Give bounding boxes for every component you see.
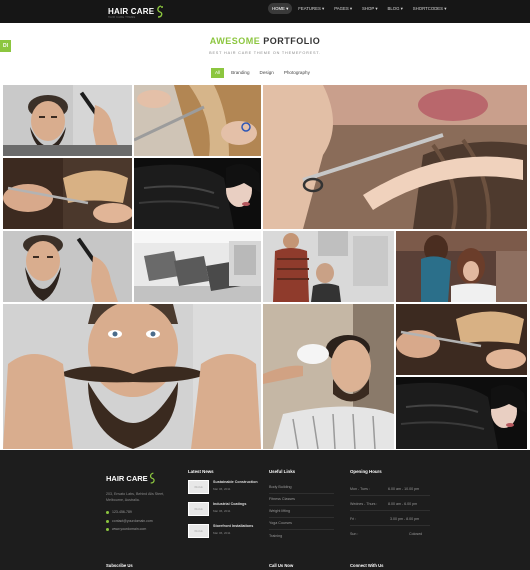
nav-features[interactable]: FEATURES ▾ — [294, 3, 328, 14]
footer-phone: 123-456-789 — [106, 510, 132, 514]
email-icon — [106, 519, 109, 523]
footer-swirl-logo-icon — [149, 472, 155, 484]
news-date: Mar 06, 2011 — [213, 487, 231, 491]
footer-link[interactable]: Training — [269, 534, 282, 538]
title-plain: PORTFOLIO — [263, 36, 321, 46]
footer-link[interactable]: Weight lifting — [269, 509, 290, 513]
website-text: www.yourdomain.com — [112, 527, 147, 531]
hours-day: Mon - Tues : — [350, 487, 370, 491]
hours-time: 6.00 am - 10.00 pm — [388, 487, 420, 491]
globe-icon — [106, 527, 109, 531]
footer-link[interactable]: Yoga Courses — [269, 521, 292, 525]
title-accent: AWESOME — [209, 36, 261, 46]
connect-title: Connect With Us — [350, 563, 384, 568]
bearded-man-comb-photo[interactable] — [3, 85, 132, 156]
phone-icon — [106, 510, 109, 514]
news-item[interactable]: IMAGE Storefront Installations Mar 06, 2… — [188, 524, 253, 538]
footer-logo-text: HAIR CARE — [106, 473, 148, 483]
footer-address-line-1: 203, Envato Labs, Behind Alis Steet, — [106, 492, 165, 496]
nav-blog[interactable]: BLOG ▾ — [384, 3, 407, 14]
barber-at-work-photo[interactable] — [263, 231, 394, 302]
divider — [269, 505, 334, 506]
divider — [269, 517, 334, 518]
nav-home[interactable]: HOME ▾ — [268, 3, 293, 14]
portfolio-subtitle: BEST HAIR CARE THEME ON THEMEFOREST. — [209, 51, 321, 55]
news-item[interactable]: IMAGE Sustainable Construction Mar 06, 2… — [188, 480, 258, 494]
news-thumbnail: IMAGE — [188, 524, 209, 538]
bearded-man-comb-photo-2[interactable] — [3, 231, 132, 302]
call-us-title: Call Us Now — [269, 563, 294, 568]
nav-shop[interactable]: SHOP ▾ — [358, 3, 381, 14]
main-menu: HOME ▾ FEATURES ▾ PAGES ▾ SHOP ▾ BLOG ▾ … — [268, 3, 450, 14]
woman-black-hair-photo[interactable] — [134, 158, 261, 229]
man-haircut-photo[interactable] — [263, 304, 394, 449]
portfolio-title: AWESOME PORTFOLIO — [0, 36, 530, 46]
site-footer: HAIR CARE 203, Envato Labs, Behind Alis … — [0, 450, 530, 570]
news-date: Mar 06, 2011 — [213, 509, 231, 513]
footer-link[interactable]: Fitness Classes — [269, 497, 295, 501]
footer-link[interactable]: Body Building — [269, 485, 292, 489]
news-thumbnail: IMAGE — [188, 502, 209, 516]
news-title: Industrial Coatings — [213, 502, 247, 506]
divider — [269, 529, 334, 530]
email-text: contact@yourdomain.com — [112, 519, 153, 523]
hours-day: Sun : — [350, 532, 359, 536]
hair-cutting-scissors-photo[interactable] — [134, 85, 261, 156]
footer-email[interactable]: contact@yourdomain.com — [106, 519, 153, 523]
footer-logo[interactable]: HAIR CARE — [106, 472, 157, 484]
hours-day: Wednes - Thurs : — [350, 502, 378, 506]
news-item[interactable]: IMAGE Industrial Coatings Mar 06, 2011 — [188, 502, 246, 516]
divider — [350, 510, 430, 511]
portfolio-grid — [3, 85, 527, 449]
hours-time: Colosed — [409, 532, 423, 536]
woman-black-hair-photo-2[interactable] — [396, 377, 527, 449]
footer-website[interactable]: www.yourdomain.com — [106, 527, 146, 531]
hair-trimming-photo-2[interactable] — [396, 304, 527, 375]
news-thumbnail: IMAGE — [188, 480, 209, 494]
nav-pages[interactable]: PAGES ▾ — [330, 3, 356, 14]
latest-news-title: Latest News — [188, 469, 214, 474]
mustache-man-photo[interactable] — [3, 304, 261, 449]
hours-time: 3.00 pm - 8.00 pm — [390, 517, 420, 521]
salon-chairs-photo[interactable] — [134, 231, 261, 302]
hours-time: 8.00 am - 6.00 pm — [388, 502, 418, 506]
footer-address-line-2: Melbourne, Australia. — [106, 498, 140, 502]
filter-design[interactable]: Design — [257, 68, 277, 78]
phone-text: 123-456-789 — [112, 510, 132, 514]
filter-branding[interactable]: Branding — [228, 68, 252, 78]
top-navigation-bar: HAIR CARE HAIR CARE THEME HOME ▾ FEATURE… — [0, 0, 530, 23]
divider — [350, 495, 430, 496]
news-title: Storefront Installations — [213, 524, 254, 528]
nav-shortcodes[interactable]: SHORTCODES ▾ — [409, 3, 451, 14]
hours-day: Fri : — [350, 517, 357, 521]
swirl-logo-icon — [157, 5, 164, 18]
logo-tagline: HAIR CARE THEME — [108, 16, 136, 19]
scissors-closeup-photo[interactable] — [263, 85, 527, 229]
divider — [350, 525, 430, 526]
news-title: Sustainable Construction — [213, 480, 258, 484]
logo-text: HAIR CARE — [108, 7, 155, 16]
divider — [269, 493, 334, 494]
filter-photography[interactable]: Photography — [281, 68, 313, 78]
filter-all[interactable]: All — [211, 68, 225, 78]
useful-links-title: Useful Links — [269, 469, 296, 474]
stylist-with-client-photo[interactable] — [396, 231, 527, 302]
subscribe-title: Subscribe Us — [106, 563, 133, 568]
portfolio-filters: All Branding Design Photography — [211, 68, 313, 78]
news-date: Mar 06, 2011 — [213, 531, 231, 535]
opening-hours-title: Opening Hours — [350, 469, 382, 474]
hair-trimming-photo[interactable] — [3, 158, 132, 229]
